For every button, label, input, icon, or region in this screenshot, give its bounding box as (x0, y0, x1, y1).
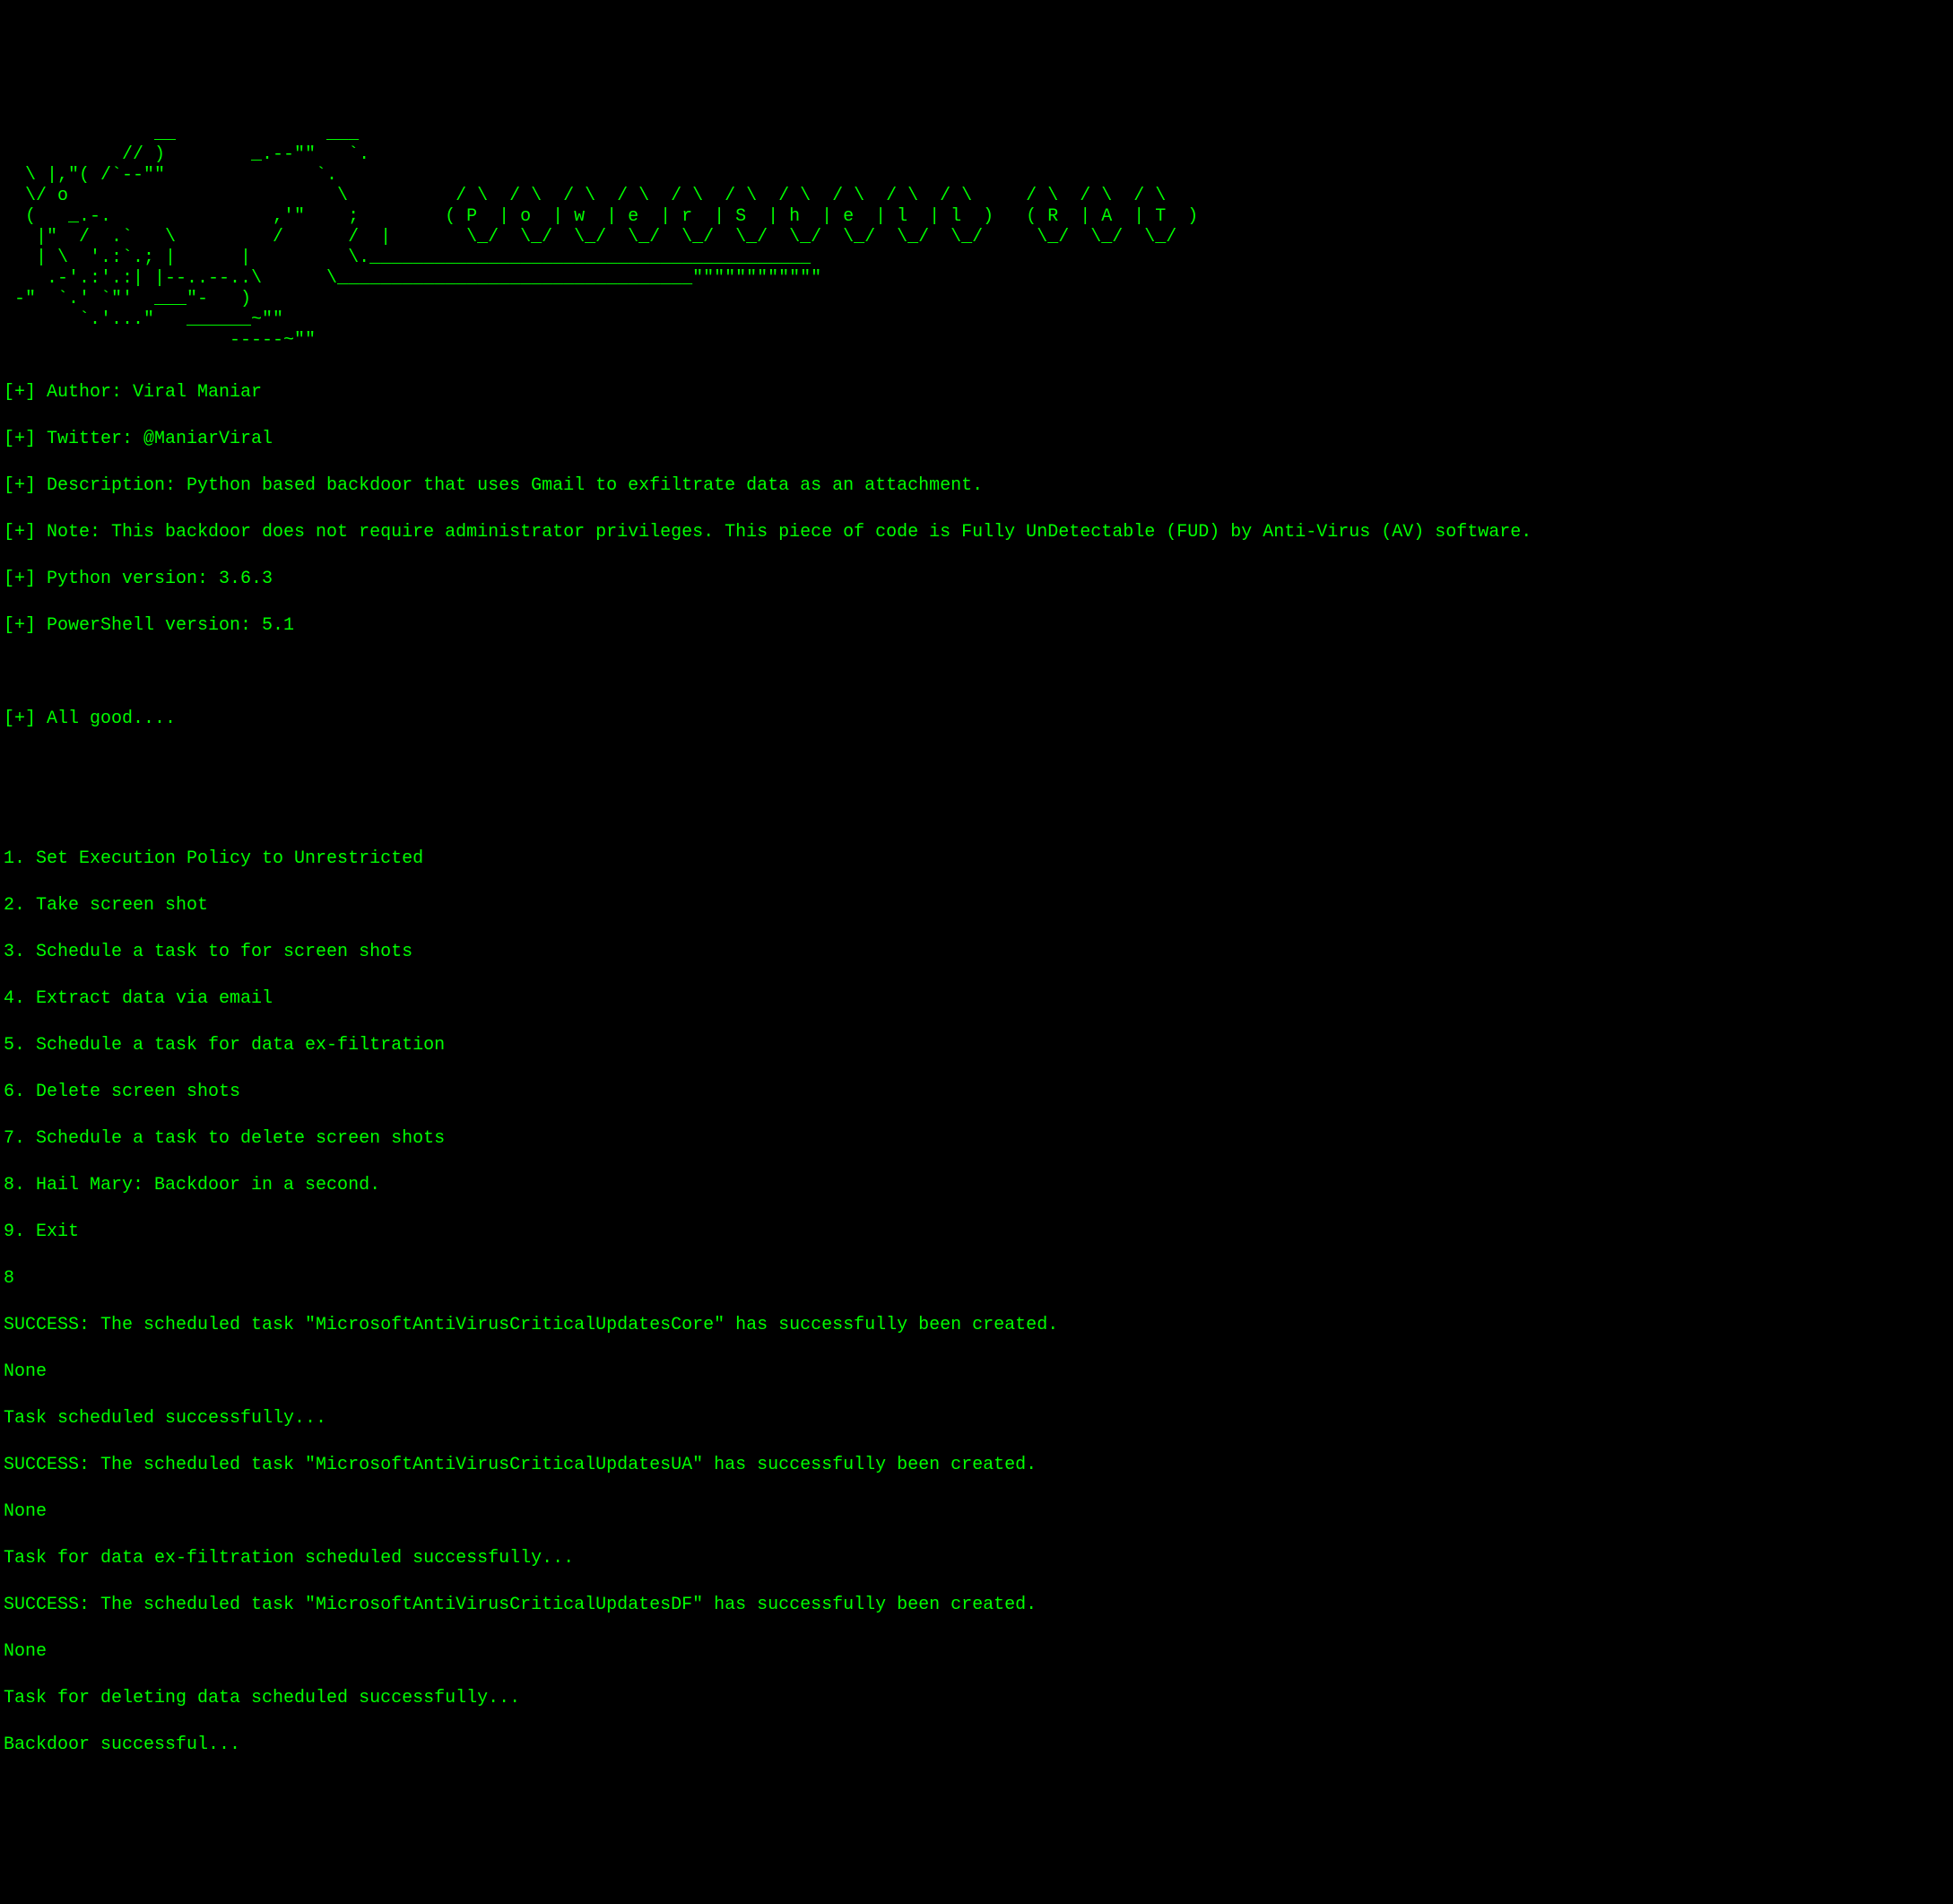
menu-item-7: 7. Schedule a task to delete screen shot… (4, 1127, 1949, 1151)
info-powershell-version: [+] PowerShell version: 5.1 (4, 614, 1949, 638)
blank-line (4, 801, 1949, 824)
menu-item-8: 8. Hail Mary: Backdoor in a second. (4, 1174, 1949, 1197)
menu-item-4: 4. Extract data via email (4, 987, 1949, 1011)
output-backdoor-success: Backdoor successful... (4, 1734, 1949, 1757)
output-success-3: SUCCESS: The scheduled task "MicrosoftAn… (4, 1594, 1949, 1617)
info-description: [+] Description: Python based backdoor t… (4, 474, 1949, 498)
output-success-1: SUCCESS: The scheduled task "MicrosoftAn… (4, 1314, 1949, 1337)
menu-item-2: 2. Take screen shot (4, 894, 1949, 917)
user-input-selection[interactable]: 8 (4, 1267, 1949, 1291)
menu-item-3: 3. Schedule a task to for screen shots (4, 941, 1949, 964)
output-task-exfil: Task for data ex-filtration scheduled su… (4, 1547, 1949, 1570)
ascii-art-banner: __ ___ // ) _.--"" `. \ |,"( /`--"" `. \… (4, 124, 1949, 351)
menu-item-6: 6. Delete screen shots (4, 1081, 1949, 1104)
output-task-scheduled-1: Task scheduled successfully... (4, 1407, 1949, 1430)
output-success-2: SUCCESS: The scheduled task "MicrosoftAn… (4, 1454, 1949, 1477)
output-none-3: None (4, 1640, 1949, 1664)
blank-line (4, 754, 1949, 778)
blank-line (4, 661, 1949, 684)
terminal-window[interactable]: __ ___ // ) _.--"" `. \ |,"( /`--"" `. \… (4, 100, 1949, 1780)
output-none-2: None (4, 1500, 1949, 1524)
menu-item-9: 9. Exit (4, 1221, 1949, 1244)
info-twitter: [+] Twitter: @ManiarViral (4, 428, 1949, 451)
info-all-good: [+] All good.... (4, 708, 1949, 731)
menu-item-5: 5. Schedule a task for data ex-filtratio… (4, 1034, 1949, 1057)
info-python-version: [+] Python version: 3.6.3 (4, 568, 1949, 591)
output-none-1: None (4, 1361, 1949, 1384)
info-author: [+] Author: Viral Maniar (4, 381, 1949, 404)
menu-item-1: 1. Set Execution Policy to Unrestricted (4, 848, 1949, 871)
output-task-delete: Task for deleting data scheduled success… (4, 1687, 1949, 1710)
info-note: [+] Note: This backdoor does not require… (4, 521, 1949, 544)
